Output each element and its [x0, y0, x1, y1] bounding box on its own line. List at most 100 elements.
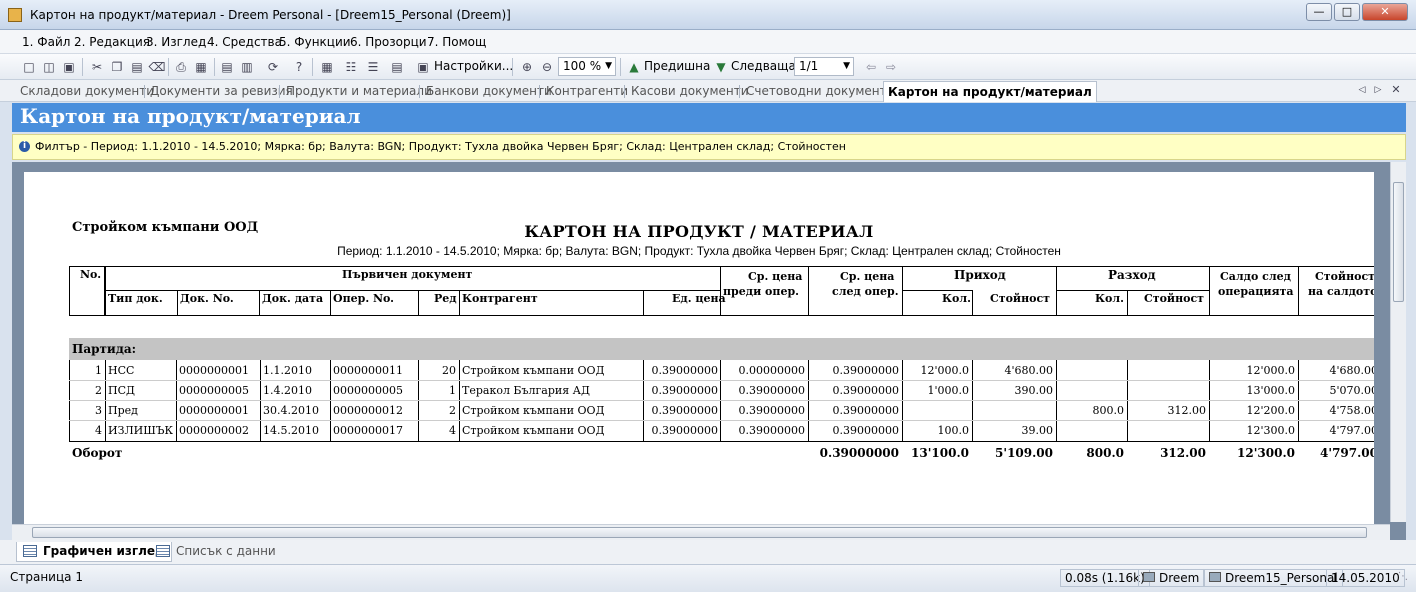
report-page: Стройком къмпани ООД КАРТОН НА ПРОДУКТ /… [24, 172, 1374, 527]
report-title: КАРТОН НА ПРОДУКТ / МАТЕРИАЛ [524, 222, 874, 241]
database-icon [1209, 572, 1221, 582]
save-icon[interactable]: ▣ [60, 58, 78, 76]
vertical-scrollbar[interactable] [1390, 162, 1406, 522]
window-icon[interactable]: ▤ [218, 58, 236, 76]
header-doc-no: Док. No. [180, 292, 234, 305]
copy-icon[interactable]: ❐ [108, 58, 126, 76]
cell-date: 14.5.2010 [263, 424, 319, 437]
info-icon: i [19, 141, 30, 152]
previous-page-button[interactable]: Предишна [644, 59, 710, 73]
group-label: Партида: [72, 342, 137, 356]
chevron-down-icon: ▼ [843, 61, 850, 71]
menu-windows[interactable]: 6. Прозорци [350, 35, 427, 49]
next-page-icon[interactable]: ▼ [712, 58, 730, 76]
cell-avg-after: 0.39000000 [832, 384, 899, 397]
tab-graphic-view[interactable]: Графичен изглед [16, 542, 172, 562]
header-balance-value-1: Стойност [1315, 270, 1374, 283]
title-bar: Картон на продукт/материал - Dreem Perso… [0, 0, 1416, 30]
tab-partners[interactable]: Контрагенти [546, 84, 628, 98]
paste-icon[interactable]: ▤ [128, 58, 146, 76]
header-income: Приход [954, 268, 1006, 282]
cut-icon[interactable]: ✂ [88, 58, 106, 76]
cell-balance: 13'000.0 [1246, 384, 1295, 397]
tab-close-icon[interactable]: ✕ [1390, 82, 1402, 98]
minimize-button[interactable]: — [1306, 3, 1332, 21]
cell-partner: Стройком къмпани ООД [462, 364, 605, 377]
zoom-out-icon[interactable]: ⊖ [538, 58, 556, 76]
menu-functions[interactable]: 5. Функции [279, 35, 351, 49]
total-balance-value: 4'797.00 [1320, 446, 1374, 460]
cell-no: 1 [95, 364, 102, 377]
grid-icon [23, 545, 37, 557]
header-balance-1: Салдо след [1220, 270, 1291, 283]
open-icon[interactable]: ◫ [40, 58, 58, 76]
header-doc-type: Тип док. [108, 292, 163, 305]
tab-scroll-right-icon[interactable]: ▷ [1372, 82, 1384, 98]
cell-out-qty: 800.0 [1092, 404, 1125, 417]
page-select[interactable]: 1/1 ▼ [794, 57, 854, 76]
settings-button[interactable]: Настройки... [434, 59, 513, 73]
toolbar-separator [168, 58, 169, 76]
book-icon[interactable]: ▣ [414, 58, 432, 76]
cell-in-val: 39.00 [1021, 424, 1054, 437]
zoom-select[interactable]: 100 % ▼ [558, 57, 616, 76]
horizontal-scroll-thumb[interactable] [32, 527, 1367, 538]
tab-data-list[interactable]: Списък с данни [150, 542, 282, 562]
cell-oper: 0000000012 [333, 404, 403, 417]
cell-doc-no: 0000000001 [179, 364, 249, 377]
tab-product-card[interactable]: Картон на продукт/материал [883, 81, 1097, 102]
properties-icon[interactable]: ▥ [238, 58, 256, 76]
menu-help[interactable]: 7. Помощ [427, 35, 486, 49]
menu-edit[interactable]: 2. Редакция [74, 35, 150, 49]
menu-tools[interactable]: 4. Средства [207, 35, 282, 49]
status-db-text: Dreem15_Personal [1225, 571, 1338, 585]
tab-scroll-left-icon[interactable]: ◁ [1356, 82, 1368, 98]
grid-icon[interactable]: ▦ [318, 58, 336, 76]
print-icon[interactable]: ⎙ [172, 58, 190, 76]
forward-arrow-icon[interactable]: ⇨ [882, 58, 900, 76]
page-setup-icon[interactable]: ▤ [388, 58, 406, 76]
menu-file[interactable]: 1. Файл [22, 35, 70, 49]
columns-icon[interactable]: ☷ [342, 58, 360, 76]
eraser-icon[interactable]: ⌫ [148, 58, 166, 76]
resize-grip-icon[interactable]: ⋱ [1398, 569, 1408, 587]
view-tabs: Графичен изглед Списък с данни [0, 540, 1416, 564]
new-icon[interactable]: □ [20, 58, 38, 76]
page-title: Картон на продукт/материал [12, 103, 1406, 132]
cell-no: 3 [95, 404, 102, 417]
computer-icon [1143, 572, 1155, 582]
cell-date: 1.4.2010 [263, 384, 312, 397]
cell-price: 0.39000000 [651, 404, 718, 417]
tab-divider [739, 85, 740, 98]
previous-page-icon[interactable]: ▲ [625, 58, 643, 76]
vertical-scroll-thumb[interactable] [1393, 182, 1404, 302]
menu-view[interactable]: 3. Изглед [146, 35, 206, 49]
horizontal-scrollbar[interactable] [12, 524, 1390, 540]
help-icon[interactable]: ? [290, 58, 308, 76]
next-page-button[interactable]: Следваща [731, 59, 796, 73]
cell-date: 30.4.2010 [263, 404, 319, 417]
toolbar: □ ◫ ▣ ✂ ❐ ▤ ⌫ ⎙ ▦ ▤ ▥ ⟳ ? ▦ ☷ ☰ ▤ ▣ Наст… [0, 54, 1416, 80]
tab-cash-docs[interactable]: Касови документи [631, 84, 749, 98]
tab-accounting-docs[interactable]: Счетоводни документи [746, 84, 894, 98]
tab-products[interactable]: Продукти и материали [286, 84, 432, 98]
maximize-button[interactable]: □ [1334, 3, 1360, 21]
rows-icon[interactable]: ☰ [364, 58, 382, 76]
report-subtitle: Период: 1.1.2010 - 14.5.2010; Мярка: бр;… [337, 244, 1061, 258]
cell-in-qty: 1'000.0 [927, 384, 969, 397]
total-out-val: 312.00 [1160, 446, 1206, 460]
tab-bank-docs[interactable]: Банкови документи [426, 84, 552, 98]
status-db: Dreem15_Personal [1204, 569, 1343, 587]
zoom-in-icon[interactable]: ⊕ [518, 58, 536, 76]
close-button[interactable]: ✕ [1362, 3, 1408, 21]
refresh-icon[interactable]: ⟳ [264, 58, 282, 76]
header-avg-before-2: преди опер. [723, 285, 799, 298]
tab-revision-docs[interactable]: Документи за ревизия [150, 84, 293, 98]
back-arrow-icon[interactable]: ⇦ [862, 58, 880, 76]
cell-type: Пред [108, 404, 138, 417]
tab-warehouse-docs[interactable]: Складови документи [20, 84, 154, 98]
cell-oper: 0000000005 [333, 384, 403, 397]
header-expense-value: Стойност [1144, 292, 1204, 305]
status-timing: 0.08s (1.16k) [1060, 569, 1150, 587]
print-preview-icon[interactable]: ▦ [192, 58, 210, 76]
